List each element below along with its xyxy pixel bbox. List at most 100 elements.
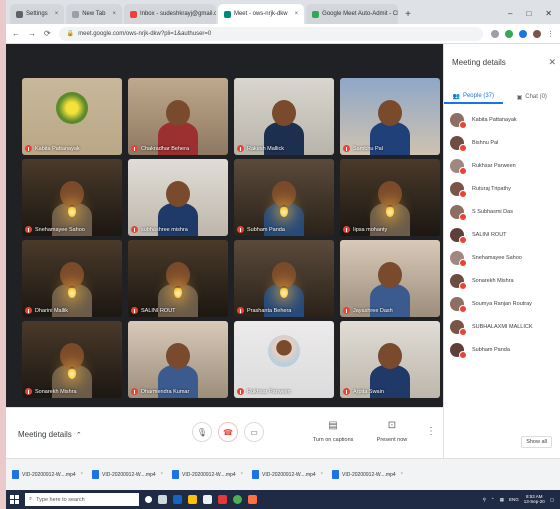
notification-icon[interactable]: ▢ [550,497,554,503]
forward-icon[interactable]: → [28,29,36,38]
minimize-button[interactable]: – [508,9,512,18]
participant-tile[interactable]: Rukhsar Parween [234,321,334,398]
kebab-menu-icon[interactable]: ⋮ [547,30,554,38]
browser-tab[interactable]: Inbox - sudeshkrayj@gmail.c× [123,4,216,24]
search-placeholder: Type here to search [36,496,85,503]
participant-list-item[interactable]: S Subhasmi Das [450,200,558,223]
chevron-up-icon[interactable]: ⌃ [320,472,324,478]
download-filename: VID-20200912-W....mp4 [22,471,76,478]
meeting-details-toggle[interactable]: Meeting details ⌃ [18,430,82,439]
tab-chat[interactable]: ▣ Chat (0) [503,90,560,104]
participant-tile[interactable]: Arpita Swain [340,321,440,398]
avatar [450,112,467,129]
close-icon[interactable]: ✕ [548,57,556,68]
tab-people[interactable]: 👥 People (37) [444,90,503,104]
new-tab-button[interactable]: + [400,9,416,24]
participant-list-item[interactable]: SUBHALAXMI MALLICK [450,315,558,338]
chevron-up-icon[interactable]: ⌃ [400,472,404,478]
chevron-up-icon[interactable]: ⌃ [160,472,164,478]
participant-list-item[interactable]: Snehamayee Sahoo [450,246,558,269]
participant-tile[interactable]: subhashree mishra [128,159,228,236]
leave-call-button[interactable]: ☎ [218,422,238,442]
profile-avatar[interactable] [533,29,541,38]
participant-list-item[interactable]: Bishnu Pal [450,131,558,154]
mic-off-icon [131,145,138,152]
participant-tile[interactable]: Prashanta Behera [234,240,334,317]
participant-list-item[interactable]: Kabita Pattanayak [450,108,558,131]
participant-list-item[interactable]: Soumya Ranjan Routray [450,292,558,315]
people-icon[interactable]: ⚲ [483,497,486,503]
participant-tile[interactable]: Dharini Mallik [22,240,122,317]
back-icon[interactable]: ← [12,29,20,38]
participant-tile[interactable]: Rakesh Mallick [234,78,334,155]
participant-tile[interactable]: Dharmendra Kumar [128,321,228,398]
chevron-up-icon[interactable]: ⌃ [80,472,84,478]
windows-start-icon[interactable] [10,495,19,504]
task-view-icon[interactable] [158,495,167,504]
file-explorer-icon[interactable] [188,495,197,504]
app-icon[interactable] [248,495,257,504]
participant-tile[interactable]: Iipsa mohanty [340,159,440,236]
participant-list-name: Rukhsar Parween [472,162,516,169]
participant-tile[interactable]: Snehamayee Sahoo [22,159,122,236]
close-window-button[interactable]: ✕ [545,9,552,18]
download-item[interactable]: VID-20200912-W....mp4 ⌃ [252,470,324,479]
chevron-up-icon[interactable]: ⌃ [240,472,244,478]
participant-list-item[interactable]: Subham Panda [450,338,558,361]
network-icon[interactable]: ▦ [500,497,504,503]
participant-name: Chakradhar Behera [141,145,190,152]
maximize-button[interactable]: □ [526,9,531,18]
participant-list-item[interactable]: Ruturaj Tripathy [450,177,558,200]
participant-name: Sambhu Pal [353,145,383,152]
close-tab-icon[interactable]: × [295,11,299,17]
participant-tile[interactable]: Sonarekh Mishra [22,321,122,398]
download-item[interactable]: VID-20200912-W....mp4 ⌃ [332,470,404,479]
avatar [450,135,467,152]
participant-face [60,262,84,288]
chevron-up-icon[interactable]: ⌃ [491,497,495,503]
participant-name-tag: Dharmendra Kumar [131,388,189,395]
language-indicator[interactable]: ENG [509,497,519,502]
reload-icon[interactable]: ⟳ [44,29,51,38]
participant-list-item[interactable]: Rukhsar Parween [450,154,558,177]
participant-name-tag: Kabita Pattanayak [25,145,80,152]
participant-name: Dharmendra Kumar [141,388,190,395]
close-tab-icon[interactable]: × [112,11,116,17]
participant-list-item[interactable]: SALINI ROUT [450,223,558,246]
star-icon[interactable] [491,29,499,38]
taskbar-search[interactable]: ⌕ Type here to search [25,493,139,506]
chrome-icon[interactable] [233,495,242,504]
participant-name: Arpita Swain [353,388,384,395]
download-item[interactable]: VID-20200912-W....mp4 ⌃ [12,470,84,479]
show-all-button[interactable]: Show all [521,436,552,448]
browser-tab[interactable]: Google Meet Auto-Admit - Chr× [306,4,399,24]
store-icon[interactable] [173,495,182,504]
participant-tile[interactable]: Subham Panda [234,159,334,236]
extension-icon[interactable] [505,29,513,38]
participant-tile[interactable]: Chakradhar Behera [128,78,228,155]
participant-list-name: Kabita Pattanayak [472,116,517,123]
clock[interactable]: 8:53 AM 13-Sep-20 [524,494,545,505]
participant-tile[interactable]: Sambhu Pal [340,78,440,155]
extension-icon[interactable] [519,29,527,38]
close-tab-icon[interactable]: × [55,11,59,17]
more-options-icon[interactable]: ⋮ [426,426,436,437]
browser-tab[interactable]: Meet - ows-nrjk-dkw × [217,4,305,24]
browser-tab[interactable]: New Tab × [66,4,122,24]
video-file-icon [172,470,179,479]
url-field[interactable]: 🔒 meet.google.com/ows-nrjk-dkw?pli=1&aut… [58,26,483,41]
camera-button[interactable]: ▭ [244,422,264,442]
browser-tab[interactable]: Settings × [10,4,65,24]
participant-tile[interactable]: SALINI ROUT [128,240,228,317]
download-item[interactable]: VID-20200912-W....mp4 ⌃ [92,470,164,479]
present-now-button[interactable]: ⊡ Present now [362,420,422,443]
participant-list-item[interactable]: Sonarekh Mishra [450,269,558,292]
app-icon[interactable] [218,495,227,504]
participant-tile[interactable]: Jayashree Dash [340,240,440,317]
lock-app-icon[interactable] [203,495,212,504]
captions-button[interactable]: ▤ Turn on captions [303,420,363,443]
mic-button[interactable]: 🎙 [192,422,212,442]
download-item[interactable]: VID-20200912-W....mp4 ⌃ [172,470,244,479]
participant-tile[interactable]: Kabita Pattanayak [22,78,122,155]
cortana-icon[interactable] [145,496,152,503]
